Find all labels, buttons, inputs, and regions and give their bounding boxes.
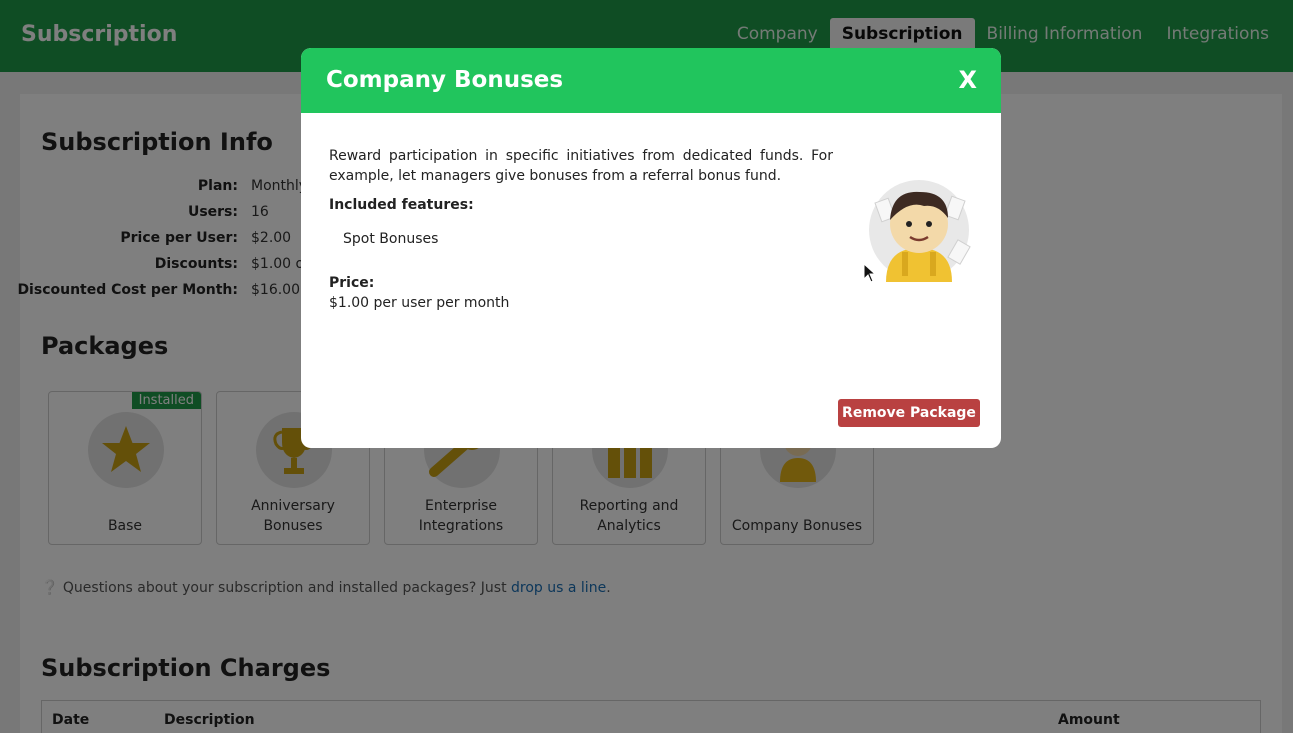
feature-item: Spot Bonuses (343, 231, 439, 247)
package-description: Reward participation in specific initiat… (329, 148, 833, 184)
remove-package-button[interactable]: Remove Package (838, 399, 980, 427)
close-button[interactable]: X (958, 66, 977, 94)
package-modal: Company Bonuses X Reward participation i… (301, 48, 1001, 448)
price-label: Price: (329, 275, 375, 291)
mouse-pointer-icon (863, 263, 877, 283)
price-value: $1.00 per user per month (329, 295, 510, 311)
included-features-label: Included features: (329, 197, 474, 213)
modal-header: Company Bonuses X (301, 48, 1001, 113)
modal-title: Company Bonuses (326, 67, 564, 93)
company-bonuses-illustration (864, 170, 974, 282)
